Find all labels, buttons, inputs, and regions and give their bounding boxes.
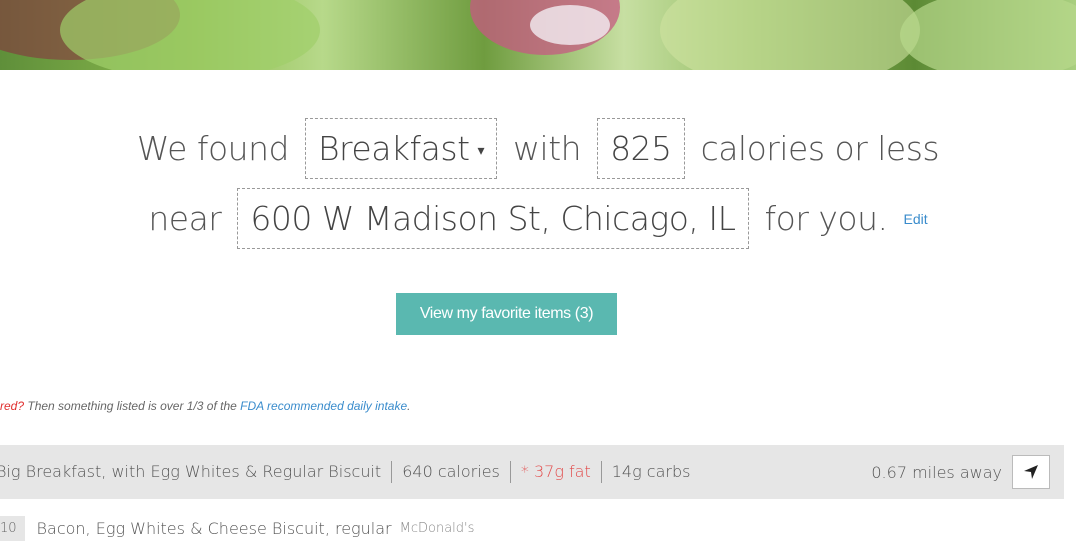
item-carbs: 14g carbs xyxy=(611,462,691,481)
item-name[interactable]: Bacon, Egg Whites & Cheese Biscuit, regu… xyxy=(37,519,392,538)
item-calories: 640 calories xyxy=(392,461,511,483)
sentence-for-you: for you. xyxy=(764,199,889,238)
view-favorites-button[interactable]: View my favorite items (3) xyxy=(396,293,617,335)
location-arrow-icon xyxy=(1024,465,1038,479)
result-row[interactable]: 10 Bacon, Egg Whites & Cheese Biscuit, r… xyxy=(0,515,474,541)
caret-down-icon: ▾ xyxy=(477,142,485,159)
item-name[interactable]: Big Breakfast, with Egg Whites & Regular… xyxy=(0,461,393,483)
note-text: Then something listed is over 1/3 of the xyxy=(24,399,241,413)
item-distance: 0.67 miles away xyxy=(871,462,1002,482)
sentence-near: near xyxy=(148,199,222,238)
item-fat: * 37g fat xyxy=(511,461,602,483)
fda-link[interactable]: FDA recommended daily intake xyxy=(240,399,407,413)
search-sentence-line1: We found Breakfast ▾ with 825 calories or… xyxy=(0,118,1076,179)
restaurant-name: McDonald's xyxy=(399,520,475,536)
rank-badge: 10 xyxy=(0,515,25,541)
meal-dropdown[interactable]: Breakfast ▾ xyxy=(304,118,498,179)
search-sentence-line2: near 600 W Madison St, Chicago, IL for y… xyxy=(0,188,1076,249)
result-row[interactable]: Big Breakfast, with Egg Whites & Regular… xyxy=(0,445,1064,499)
note-end: . xyxy=(407,399,411,413)
note-red-word: red? xyxy=(0,399,25,413)
directions-button[interactable] xyxy=(1012,455,1050,489)
fda-note: red? Then something listed is over 1/3 o… xyxy=(0,399,410,413)
location-input[interactable]: 600 W Madison St, Chicago, IL xyxy=(237,188,749,249)
hero-image xyxy=(0,0,1076,70)
sentence-with: with xyxy=(513,129,582,168)
sentence-prefix: We found xyxy=(136,129,290,168)
sentence-suffix: calories or less xyxy=(700,129,940,168)
edit-link[interactable]: Edit xyxy=(904,211,928,227)
meal-value: Breakfast xyxy=(317,129,470,168)
calories-input[interactable]: 825 xyxy=(597,118,685,179)
